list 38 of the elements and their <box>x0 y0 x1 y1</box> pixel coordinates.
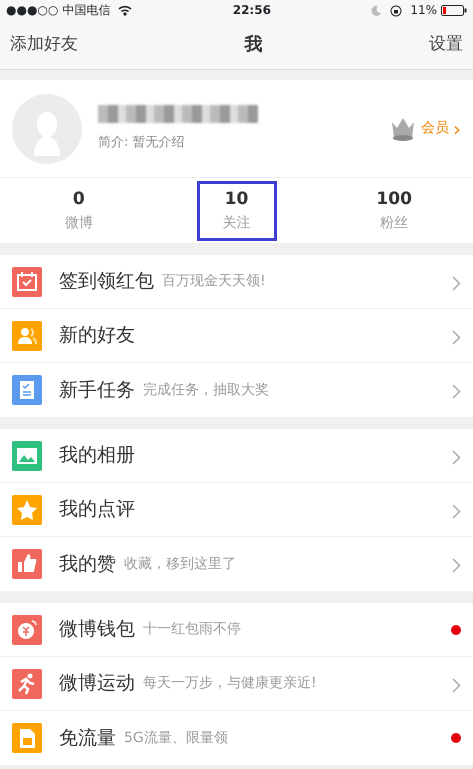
notification-dot <box>451 733 461 743</box>
notification-dot <box>451 624 461 634</box>
menu-row[interactable]: 新的好友 <box>0 309 473 363</box>
menu-subtitle: 十一红包雨不停 <box>143 620 241 639</box>
menu-row[interactable]: 我的相册 <box>0 429 473 483</box>
menu-title: 我的赞 <box>59 552 116 577</box>
menu-row[interactable]: 新手任务 完成任务，抽取大奖 <box>0 363 473 417</box>
menu-row[interactable]: 我的点评 <box>0 483 473 537</box>
menu-row[interactable]: 免流量 5G流量、限量领 <box>0 711 473 765</box>
stat-item[interactable]: 10 关注 <box>196 180 276 240</box>
menu-title: 微博运动 <box>59 671 135 696</box>
menu-subtitle: 每天一万步，与健康更亲近! <box>143 674 317 693</box>
add-friend-link[interactable]: 添加好友 <box>10 32 78 58</box>
menu-row[interactable]: 我的赞 收藏，移到这里了 <box>0 537 473 591</box>
menu-title: 新的好友 <box>59 323 135 348</box>
menu-title: 微博钱包 <box>59 617 135 642</box>
page-title: 我 <box>244 33 262 57</box>
menu-row[interactable]: 微博钱包 十一红包雨不停 <box>0 603 473 657</box>
menu-title: 新手任务 <box>59 378 135 403</box>
signal-strength: ●●●○○ <box>6 2 58 19</box>
battery-percent: 11% <box>410 2 437 19</box>
menu-title: 免流量 <box>59 726 116 751</box>
menu-title: 我的点评 <box>59 497 135 522</box>
profile-bio: 简介: 暂无介绍 <box>98 134 186 152</box>
menu-subtitle: 5G流量、限量领 <box>124 728 228 748</box>
menu-title: 我的相册 <box>59 443 135 468</box>
menu-subtitle: 完成任务，抽取大奖 <box>143 380 269 400</box>
menu-subtitle: 收藏，移到这里了 <box>124 554 236 574</box>
settings-link[interactable]: 设置 <box>429 32 463 58</box>
stat-item[interactable]: 100 粉丝 <box>354 180 434 240</box>
stat-item[interactable]: 0 微博 <box>38 180 119 240</box>
menu-subtitle: 百万现金天天领! <box>162 272 266 291</box>
menu-row[interactable]: 签到领红包 百万现金天天领! <box>0 255 473 309</box>
menu-row[interactable]: 微博运动 每天一万步，与健康更亲近! <box>0 657 473 711</box>
carrier-name: 中国电信 <box>62 2 110 19</box>
crown-icon <box>389 116 417 142</box>
status-time: 22:56 <box>232 2 271 19</box>
menu-title: 签到领红包 <box>59 269 154 294</box>
